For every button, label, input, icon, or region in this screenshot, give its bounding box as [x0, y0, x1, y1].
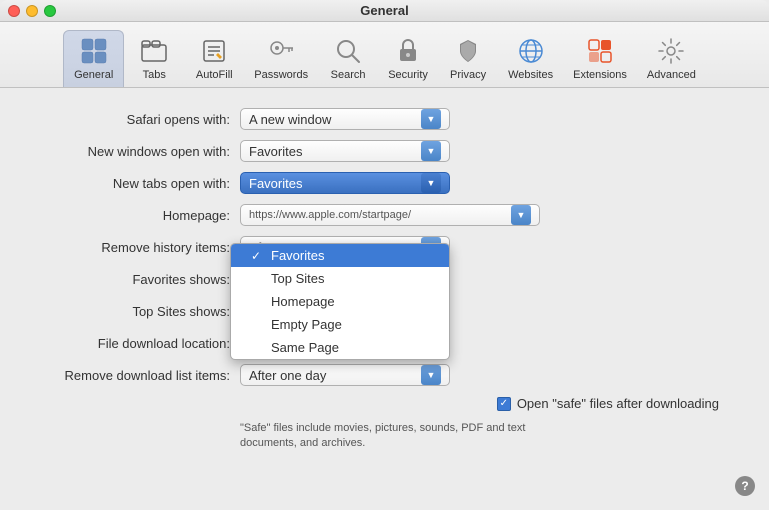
new-windows-row: New windows open with: Favorites ▼	[20, 140, 749, 162]
close-button[interactable]	[8, 5, 20, 17]
maximize-button[interactable]	[44, 5, 56, 17]
homepage-label: Homepage:	[20, 208, 240, 223]
passwords-icon	[265, 35, 297, 67]
top-sites-label: Top Sites shows:	[20, 304, 240, 319]
toolbar-item-extensions[interactable]: Extensions	[563, 31, 637, 87]
toolbar-label-search: Search	[331, 69, 366, 81]
safe-note-row: "Safe" files include movies, pictures, s…	[20, 421, 749, 452]
new-windows-label: New windows open with:	[20, 144, 240, 159]
toolbar-item-privacy[interactable]: Privacy	[438, 31, 498, 87]
toolbar-item-search[interactable]: Search	[318, 31, 378, 87]
toolbar-item-general[interactable]: General	[63, 30, 124, 87]
popup-label-homepage: Homepage	[271, 294, 335, 309]
popup-item-empty-page[interactable]: Empty Page	[231, 313, 449, 336]
window-title: General	[360, 3, 408, 18]
toolbar-item-advanced[interactable]: Advanced	[637, 31, 706, 87]
toolbar-label-security: Security	[388, 69, 428, 81]
content-area: Safari opens with: A new window ▼ New wi…	[0, 88, 769, 477]
window-controls	[8, 5, 56, 17]
new-tabs-row: New tabs open with: Favorites ▼	[20, 172, 749, 194]
file-download-label: File download location:	[20, 336, 240, 351]
popup-checkmark-favorites: ✓	[251, 249, 265, 263]
popup-item-same-page[interactable]: Same Page	[231, 336, 449, 359]
open-safe-check-group: ✓ Open "safe" files after downloading	[497, 396, 719, 411]
toolbar-label-websites: Websites	[508, 69, 553, 81]
open-safe-label: Open "safe" files after downloading	[517, 396, 719, 411]
toolbar-item-websites[interactable]: Websites	[498, 31, 563, 87]
remove-download-row: Remove download list items: After one da…	[20, 364, 749, 386]
toolbar-label-advanced: Advanced	[647, 69, 696, 81]
popup-label-same-page: Same Page	[271, 340, 339, 355]
websites-icon	[515, 35, 547, 67]
remove-download-label: Remove download list items:	[20, 368, 240, 383]
toolbar-label-passwords: Passwords	[254, 69, 308, 81]
remove-download-arrow: ▼	[421, 365, 441, 385]
toolbar-item-passwords[interactable]: Passwords	[244, 31, 318, 87]
open-safe-checkbox[interactable]: ✓	[497, 397, 511, 411]
security-icon	[392, 35, 424, 67]
homepage-row: Homepage: https://www.apple.com/startpag…	[20, 204, 749, 226]
popup-item-top-sites[interactable]: Top Sites	[231, 267, 449, 290]
toolbar-label-general: General	[74, 69, 113, 81]
popup-item-favorites[interactable]: ✓ Favorites	[231, 244, 449, 267]
title-bar: General	[0, 0, 769, 22]
new-tabs-value: Favorites	[249, 176, 417, 191]
remove-history-label: Remove history items:	[20, 240, 240, 255]
tabs-icon	[138, 35, 170, 67]
help-icon: ?	[741, 479, 748, 493]
new-windows-value: Favorites	[249, 144, 417, 159]
general-icon	[78, 35, 110, 67]
remove-download-dropdown[interactable]: After one day ▼	[240, 364, 450, 386]
safari-opens-arrow: ▼	[421, 109, 441, 129]
favorites-shows-label: Favorites shows:	[20, 272, 240, 287]
remove-download-value: After one day	[249, 368, 417, 383]
toolbar-item-security[interactable]: Security	[378, 31, 438, 87]
new-tabs-control: Favorites ▼	[240, 172, 749, 194]
safari-opens-row: Safari opens with: A new window ▼	[20, 108, 749, 130]
safari-opens-value: A new window	[249, 112, 417, 127]
open-safe-row: ✓ Open "safe" files after downloading	[20, 396, 749, 411]
search-icon	[332, 35, 364, 67]
new-windows-dropdown[interactable]: Favorites ▼	[240, 140, 450, 162]
new-windows-control: Favorites ▼	[240, 140, 749, 162]
toolbar-label-autofill: AutoFill	[196, 69, 233, 81]
help-button[interactable]: ?	[735, 476, 755, 496]
dropdown-popup: ✓ Favorites Top Sites Homepage Empty Pag…	[230, 243, 450, 360]
extensions-icon	[584, 35, 616, 67]
homepage-value: https://www.apple.com/startpage/	[249, 209, 507, 221]
minimize-button[interactable]	[26, 5, 38, 17]
new-tabs-label: New tabs open with:	[20, 176, 240, 191]
safari-opens-label: Safari opens with:	[20, 112, 240, 127]
popup-label-empty-page: Empty Page	[271, 317, 342, 332]
autofill-icon	[198, 35, 230, 67]
toolbar-label-tabs: Tabs	[143, 69, 166, 81]
homepage-input[interactable]: https://www.apple.com/startpage/ ▼	[240, 204, 540, 226]
popup-item-homepage[interactable]: Homepage	[231, 290, 449, 313]
toolbar-label-privacy: Privacy	[450, 69, 486, 81]
new-windows-arrow: ▼	[421, 141, 441, 161]
toolbar-item-tabs[interactable]: Tabs	[124, 31, 184, 87]
advanced-icon	[655, 35, 687, 67]
new-tabs-arrow: ▼	[421, 173, 441, 193]
homepage-arrow: ▼	[511, 205, 531, 225]
new-tabs-dropdown[interactable]: Favorites ▼	[240, 172, 450, 194]
safari-opens-dropdown[interactable]: A new window ▼	[240, 108, 450, 130]
safe-note: "Safe" files include movies, pictures, s…	[240, 421, 540, 452]
toolbar-label-extensions: Extensions	[573, 69, 627, 81]
toolbar: General Tabs AutoFill	[0, 22, 769, 88]
popup-label-top-sites: Top Sites	[271, 271, 324, 286]
safari-opens-control: A new window ▼	[240, 108, 749, 130]
privacy-icon	[452, 35, 484, 67]
remove-download-control: After one day ▼	[240, 364, 749, 386]
popup-label-favorites: Favorites	[271, 248, 324, 263]
toolbar-item-autofill[interactable]: AutoFill	[184, 31, 244, 87]
homepage-control: https://www.apple.com/startpage/ ▼	[240, 204, 749, 226]
